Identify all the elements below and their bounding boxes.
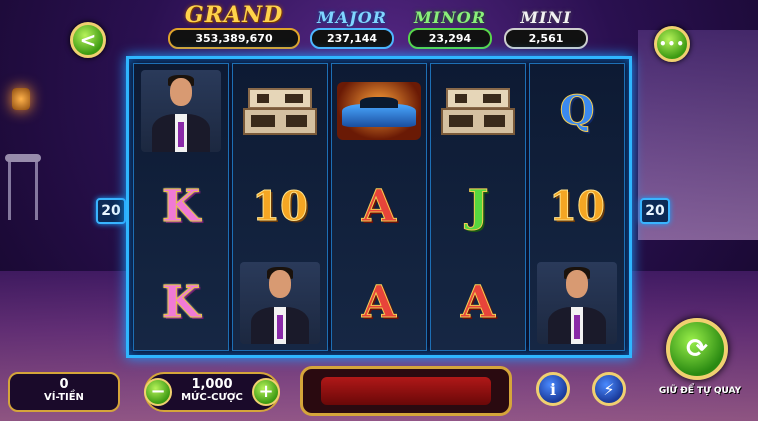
jackpot-major-value: 237,144 [310, 28, 394, 49]
bet-increase-button[interactable]: + [252, 378, 280, 406]
reel-cell: A [431, 257, 525, 350]
reel-cell: K [134, 257, 228, 350]
jackpot-grand-value: 353,389,670 [168, 28, 300, 49]
reel-1: KK [133, 63, 229, 351]
symbol-mansion [240, 73, 321, 148]
bar-stool [5, 154, 41, 220]
jackpot-mini-value: 2,561 [504, 28, 588, 49]
menu-button[interactable]: ••• [654, 26, 690, 62]
symbol-a: A [460, 277, 496, 329]
symbol-10: 10 [549, 182, 606, 230]
jackpot-minor-label: MINOR [413, 8, 487, 27]
bet-decrease-button[interactable]: − [144, 378, 172, 406]
info-button[interactable]: i [536, 372, 570, 406]
reel-cell [431, 64, 525, 157]
reel-cell [233, 257, 327, 350]
reel-cell: Q [530, 64, 624, 157]
symbol-businessman [536, 262, 618, 345]
symbol-k: K [161, 180, 201, 232]
turbo-button[interactable]: ⚡ [592, 372, 626, 406]
reel-cell [134, 64, 228, 157]
payline-count-left: 20 [96, 198, 126, 224]
jackpot-major-label: MAJOR [317, 8, 387, 27]
symbol-10: 10 [252, 182, 309, 230]
jackpot-grand-label: GRAND [184, 2, 284, 28]
reel-4: JA [430, 63, 526, 351]
reel-cell: 10 [530, 160, 624, 253]
chevron-left-icon: < [79, 28, 97, 52]
reel-cell [530, 257, 624, 350]
reel-cell: A [332, 160, 426, 253]
reel-cell: K [134, 160, 228, 253]
reel-5: Q 10 [529, 63, 625, 351]
info-icon: i [549, 379, 557, 399]
wall-lamp [12, 88, 30, 110]
symbol-a: A [361, 277, 397, 329]
symbol-k: K [161, 277, 201, 329]
wallet-panel: 0 VÍ-TIỀN [8, 372, 120, 412]
plus-icon: + [258, 381, 274, 402]
symbol-a: A [361, 180, 397, 232]
symbol-q: Q [559, 86, 595, 134]
reel-cell [332, 64, 426, 157]
symbol-mansion [438, 73, 519, 148]
lightning-icon: ⚡ [603, 379, 615, 399]
jackpot-mini-label: MINI [520, 8, 572, 27]
more-dots-icon: ••• [658, 37, 685, 51]
back-button[interactable]: < [70, 22, 106, 58]
reel-cell: J [431, 160, 525, 253]
reel-2: 10 [232, 63, 328, 351]
symbol-sports-car [336, 81, 422, 140]
reel-cell [233, 64, 327, 157]
slot-reels: K K 10 A A J A Q 10 [126, 56, 632, 358]
jackpot-major: MAJOR 237,144 [310, 4, 394, 49]
reel-cell: 10 [233, 160, 327, 253]
jackpot-minor: MINOR 23,294 [408, 4, 492, 49]
auto-spin-button[interactable]: ⟳ [666, 318, 728, 380]
jackpot-grand: GRAND 353,389,670 [168, 4, 300, 49]
bet-panel: − 1,000 MỨC-CƯỢC + [144, 372, 280, 412]
jackpot-minor-value: 23,294 [408, 28, 492, 49]
symbol-businessman [239, 262, 321, 345]
minus-icon: − [150, 381, 166, 402]
reel-cell: A [332, 257, 426, 350]
jackpot-bar: GRAND 353,389,670 MAJOR 237,144 MINOR 23… [168, 4, 608, 52]
payline-count-right: 20 [640, 198, 670, 224]
reel-3: AA [331, 63, 427, 351]
symbol-businessman [140, 69, 222, 152]
symbol-j: J [467, 180, 489, 232]
refresh-icon: ⟳ [686, 334, 708, 364]
spin-panel[interactable] [300, 366, 512, 416]
auto-spin-label: GIỮ ĐỂ TỰ QUAY [658, 386, 742, 396]
wallet-balance: 0 [59, 377, 69, 392]
wallet-label: VÍ-TIỀN [44, 392, 84, 403]
jackpot-mini: MINI 2,561 [504, 4, 588, 49]
spin-panel-display [321, 377, 491, 405]
